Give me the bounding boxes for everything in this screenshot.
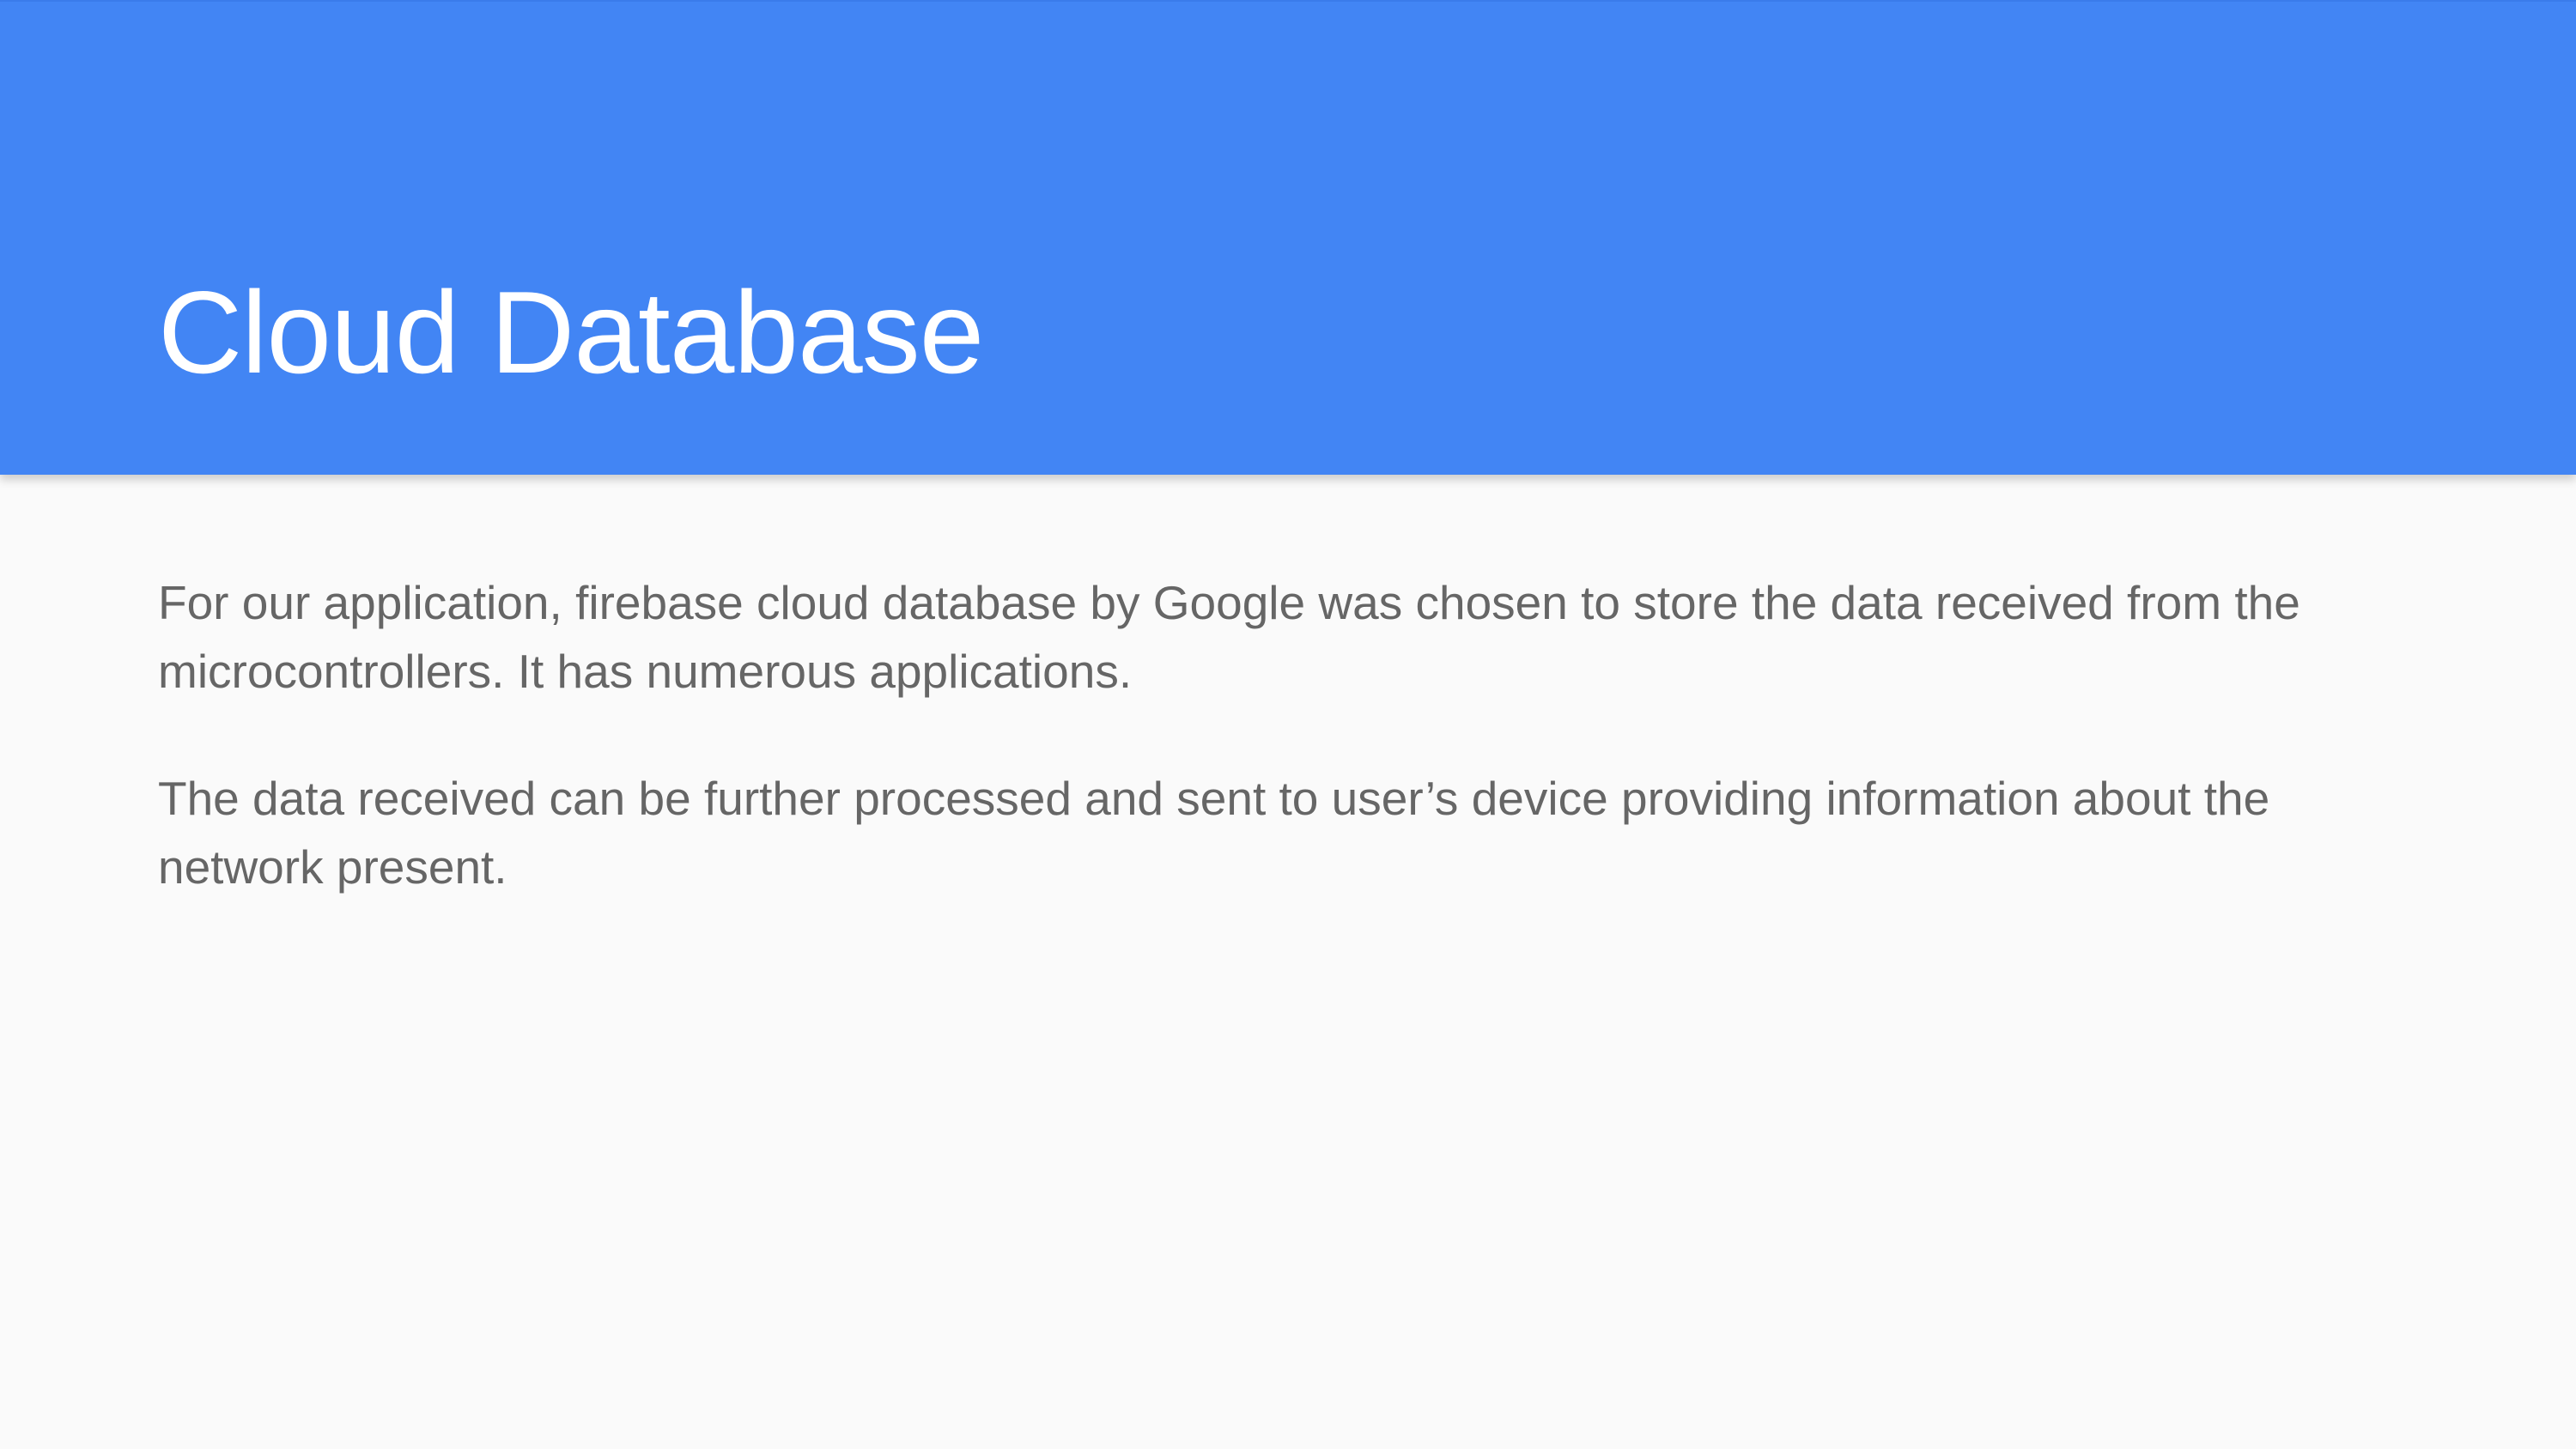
slide-body: For our application, firebase cloud data… <box>158 568 2425 960</box>
slide-title: Cloud Database <box>158 267 984 397</box>
body-paragraph-1: For our application, firebase cloud data… <box>158 576 2300 698</box>
slide: Cloud Database For our application, fire… <box>0 0 2576 1449</box>
title-band: Cloud Database <box>0 0 2576 475</box>
body-paragraph-2: The data received can be further process… <box>158 772 2270 894</box>
